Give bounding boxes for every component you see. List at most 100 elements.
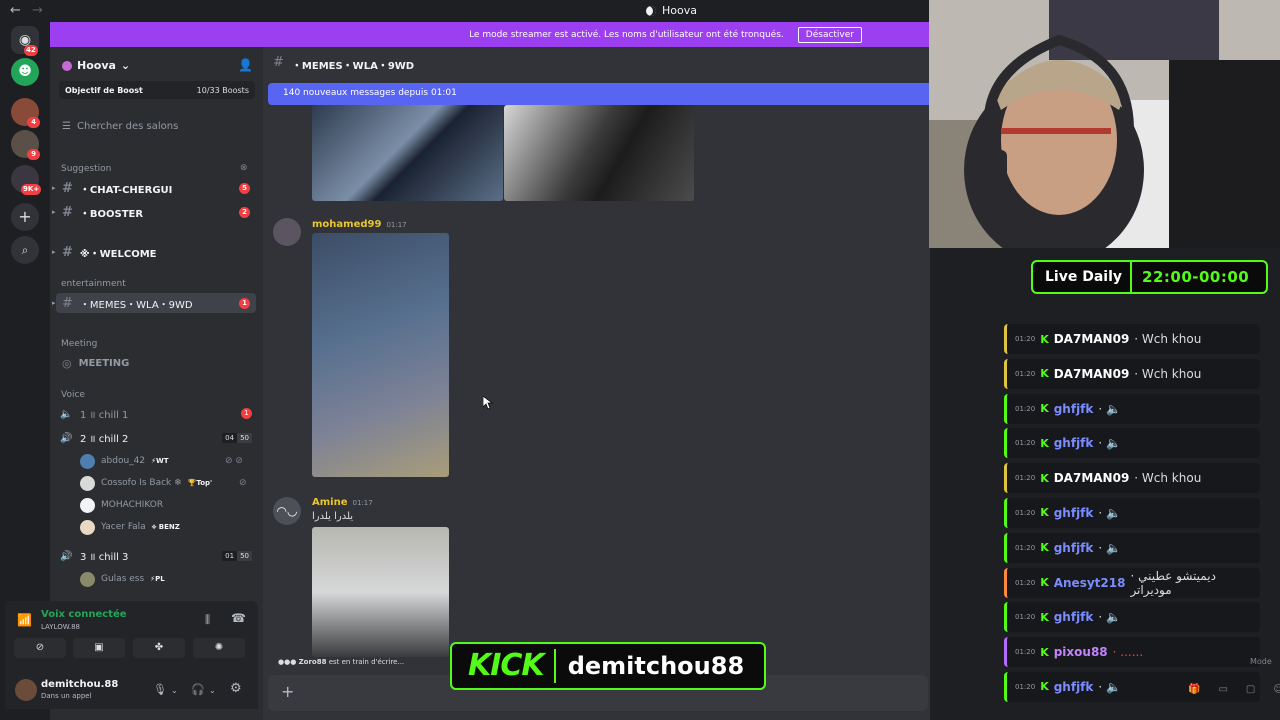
channel-welcome[interactable]: ▸ # ※・WELCOME (52, 242, 256, 262)
chat-time: 01:20 (1015, 613, 1036, 622)
kick-icon: K (1040, 436, 1049, 450)
chat-text: · 🔈 (1098, 540, 1121, 555)
kick-handle: demitchou88 (567, 652, 745, 680)
channel-chat-chergui[interactable]: ▸ # ・CHAT-CHERGUI 5 (52, 178, 256, 198)
add-server-icon[interactable]: + (11, 203, 39, 231)
server-name: Hoova (77, 59, 116, 72)
attached-image[interactable] (312, 233, 449, 477)
category-meeting[interactable]: Meeting (61, 339, 97, 349)
discord-avatar-icon[interactable]: ◠◡ (273, 497, 301, 525)
kick-chat-message: 01:20 Kghfjfk · 🔈 (1004, 532, 1260, 563)
channel-label: ・CHAT-CHERGUI (79, 184, 173, 196)
voice-user-name: abdou_42 (101, 456, 146, 466)
voice-user-tag: ⟡ BENZ (151, 522, 180, 531)
category-voice[interactable]: Voice (61, 390, 85, 400)
invite-icon[interactable]: 👤 (238, 58, 253, 72)
collapse-icon: ▸ (52, 184, 56, 192)
chevron-down-icon: ⌄ (120, 59, 131, 72)
friends-icon[interactable]: ☻ (11, 58, 39, 86)
disconnect-icon[interactable]: ☎ (231, 611, 246, 625)
channel-label: ・BOOSTER (79, 208, 144, 220)
noise-suppression-icon[interactable]: ⫼ (205, 613, 210, 627)
kick-icon: K (1040, 576, 1049, 590)
category-suggestion[interactable]: Suggestion (61, 164, 111, 174)
avatar (80, 475, 95, 491)
server-name-header[interactable]: Hoova ⌄ (62, 59, 130, 72)
users-in-channel: 01 (222, 551, 238, 561)
forward-arrow-icon[interactable]: → (32, 3, 43, 18)
new-messages-bar[interactable]: 140 nouveaux messages depuis 01:01 (268, 83, 930, 105)
chat-time: 01:20 (1015, 404, 1036, 413)
add-attachment-icon[interactable]: + (281, 682, 294, 701)
chat-time: 01:20 (1015, 578, 1036, 587)
voice-channel-chill2[interactable]: 🔊 2 ॥ chill 2 04 50 (60, 429, 256, 447)
boost-count: 10/33 Boosts (196, 85, 249, 95)
activities-icon[interactable]: ✤ (133, 638, 185, 658)
server-icon-2[interactable]: 9 (11, 130, 40, 160)
microphone-icon[interactable]: 🎙 (153, 683, 167, 696)
voice-user[interactable]: MOHACHIKOR (80, 496, 163, 514)
voice-user[interactable]: Cossofo Is Back ❄ 🏆Top' (80, 474, 212, 492)
chat-time: 01:20 (1015, 682, 1036, 691)
gift-icon[interactable]: 🎁 (1188, 684, 1200, 695)
close-icon[interactable]: ⊗ (240, 163, 248, 173)
drink-image[interactable] (312, 105, 503, 201)
chevron-down-icon[interactable]: ⌄ (171, 686, 178, 695)
gear-icon[interactable]: ⚙ (230, 681, 242, 696)
unread-badge: 1 (241, 408, 252, 419)
disable-streamer-button[interactable]: Désactiver (797, 26, 862, 43)
voice-status[interactable]: Voix connectée (41, 609, 127, 620)
screen-share-icon[interactable]: ▣ (73, 638, 125, 658)
channel-memes[interactable]: ▸ # ・MEMES・WLA・9WD 1 (52, 293, 256, 313)
emoji-icon[interactable]: ☺ (1273, 684, 1280, 695)
server-icon-1[interactable]: 4 (11, 98, 40, 128)
chat-text: · 🔈 (1098, 401, 1121, 416)
server-badge-icon (62, 60, 72, 71)
channel-booster[interactable]: ▸ # ・BOOSTER 2 (52, 202, 256, 222)
voice-user[interactable]: abdou_42 ⚡WT (80, 452, 169, 470)
gif-icon[interactable]: ▭ (1218, 684, 1227, 695)
voice-user[interactable]: Gulas ess ⚡PL (80, 570, 165, 588)
channel-list-icon: ☰ (62, 121, 71, 132)
vape-image[interactable] (504, 105, 694, 201)
voice-user-tag: 🏆Top' (187, 479, 213, 487)
voice-channel-label: 1 ॥ chill 1 (80, 410, 129, 421)
collapse-icon: ▸ (52, 208, 56, 216)
channel-search[interactable]: ☰ Chercher des salons (62, 121, 178, 132)
voice-user-name: Yacer Fala (101, 522, 146, 532)
category-entertainment[interactable]: entertainment (61, 279, 126, 289)
message-header: mohamed99 01:17 (312, 219, 407, 230)
discord-home-icon[interactable]: ◉ 42 (11, 26, 39, 56)
server-moon-icon (646, 5, 656, 16)
voice-channel-name[interactable]: LAYLOW.88 (41, 623, 80, 631)
avatar[interactable] (273, 218, 301, 246)
discover-icon[interactable]: ⌕ (11, 236, 39, 264)
sticker-icon[interactable]: ▢ (1246, 684, 1255, 695)
kick-icon: K (1040, 332, 1049, 346)
voice-channel-chill1[interactable]: 🔈 1 ॥ chill 1 1 (60, 405, 256, 423)
message-author[interactable]: Amine (312, 497, 348, 508)
boost-goal-bar[interactable]: Objectif de Boost 10/33 Boosts (59, 81, 255, 99)
user-limit: 50 (237, 551, 252, 561)
soundboard-icon[interactable]: ✺ (193, 638, 245, 658)
server-folder-icon[interactable]: 9K+ (11, 165, 42, 195)
voice-channel-chill3[interactable]: 🔊 3 ॥ chill 3 01 50 (60, 547, 256, 565)
camera-off-icon[interactable]: ⊘ (14, 638, 66, 658)
chevron-down-icon[interactable]: ⌄ (209, 686, 216, 695)
attached-image[interactable] (312, 527, 449, 657)
voice-channel-label: 3 ॥ chill 3 (80, 552, 129, 563)
avatar[interactable] (15, 679, 37, 701)
kick-icon: K (1040, 506, 1049, 520)
kick-icon: K (1040, 645, 1049, 659)
message-author[interactable]: mohamed99 (312, 219, 381, 230)
kick-icon: K (1040, 680, 1049, 694)
chat-username: ghfjfk (1053, 401, 1094, 416)
voice-user-tag: ⚡PL (150, 575, 165, 583)
chat-text: · Wch khou (1134, 332, 1202, 346)
chat-username: ghfjfk (1053, 679, 1094, 694)
channel-meeting[interactable]: ◎ MEETING (56, 353, 256, 373)
current-username[interactable]: demitchou.88 (41, 679, 118, 690)
voice-user[interactable]: Yacer Fala ⟡ BENZ (80, 518, 180, 536)
back-arrow-icon[interactable]: ← (10, 3, 21, 18)
headphones-icon[interactable]: 🎧 (191, 683, 205, 696)
